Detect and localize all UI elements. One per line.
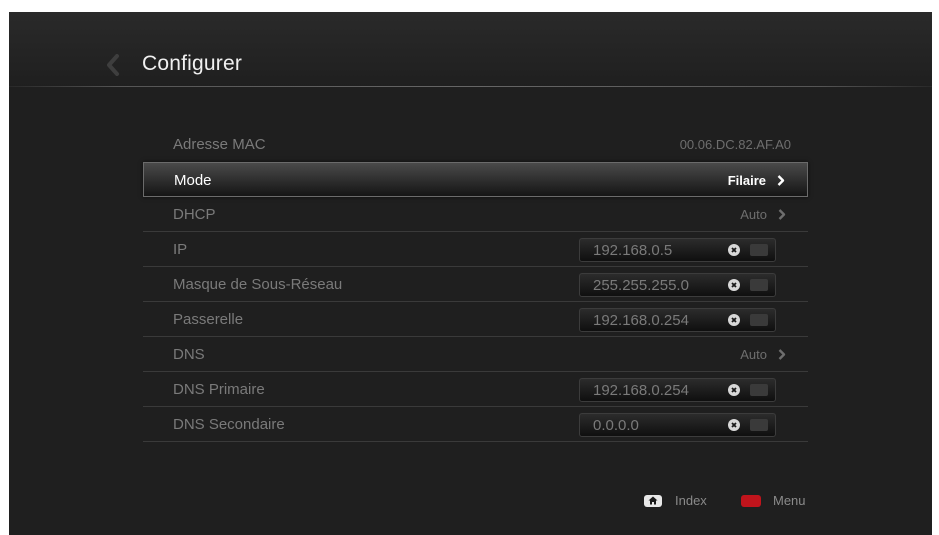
subnet-mask-value: 255.255.255.0 (593, 277, 689, 294)
setting-label: DNS (173, 346, 205, 363)
page-title: Configurer (142, 52, 243, 75)
menu-hint-label[interactable]: Menu (773, 493, 806, 508)
chevron-right-icon (777, 175, 785, 186)
settings-screen: Configurer Adresse MAC 00.06.DC.82.AF.A0… (9, 12, 932, 535)
keyboard-icon[interactable] (750, 419, 768, 431)
dns-primary-input[interactable]: 192.168.0.254 (579, 378, 776, 402)
dns-secondary-input[interactable]: 0.0.0.0 (579, 413, 776, 437)
clear-icon[interactable] (728, 279, 740, 291)
setting-row-dns-primary[interactable]: DNS Primaire 192.168.0.254 (143, 372, 808, 407)
setting-label: DHCP (173, 206, 216, 223)
keyboard-icon[interactable] (750, 384, 768, 396)
index-hint-label[interactable]: Index (675, 493, 707, 508)
setting-label: Passerelle (173, 311, 244, 328)
clear-icon[interactable] (728, 384, 740, 396)
gateway-value: 192.168.0.254 (593, 312, 689, 329)
header-divider (9, 86, 932, 87)
keyboard-icon[interactable] (750, 314, 768, 326)
setting-label: IP (173, 241, 188, 258)
mode-value-text: Filaire (727, 173, 766, 188)
setting-row-dhcp[interactable]: DHCP Auto (143, 197, 808, 232)
keyboard-icon[interactable] (750, 244, 768, 256)
setting-row-mode[interactable]: Mode Filaire (143, 162, 808, 197)
gateway-input[interactable]: 192.168.0.254 (579, 308, 776, 332)
clear-icon[interactable] (728, 419, 740, 431)
ip-input[interactable]: 192.168.0.5 (579, 238, 776, 262)
mac-address-value: 00.06.DC.82.AF.A0 (679, 137, 791, 152)
setting-label: Mode (174, 172, 212, 189)
home-icon[interactable] (644, 495, 662, 507)
subnet-mask-input[interactable]: 255.255.255.0 (579, 273, 776, 297)
chevron-right-icon (778, 209, 786, 220)
chevron-left-icon[interactable] (105, 54, 121, 76)
setting-row-gateway[interactable]: Passerelle 192.168.0.254 (143, 302, 808, 337)
setting-row-dns[interactable]: DNS Auto (143, 337, 808, 372)
keyboard-icon[interactable] (750, 279, 768, 291)
setting-label: Masque de Sous-Réseau (173, 276, 343, 293)
setting-row-mac-address: Adresse MAC 00.06.DC.82.AF.A0 (143, 127, 808, 162)
clear-icon[interactable] (728, 314, 740, 326)
setting-row-ip[interactable]: IP 192.168.0.5 (143, 232, 808, 267)
setting-label: DNS Primaire (173, 381, 265, 398)
setting-row-dns-secondary[interactable]: DNS Secondaire 0.0.0.0 (143, 407, 808, 442)
chevron-right-icon (778, 349, 786, 360)
setting-label: Adresse MAC (173, 136, 266, 153)
dns-secondary-value: 0.0.0.0 (593, 417, 639, 434)
clear-icon[interactable] (728, 244, 740, 256)
dhcp-value-text: Auto (740, 207, 767, 222)
ip-value: 192.168.0.5 (593, 242, 673, 259)
red-key-icon[interactable] (741, 495, 761, 507)
dns-primary-value: 192.168.0.254 (593, 382, 689, 399)
network-settings-list: Adresse MAC 00.06.DC.82.AF.A0 Mode Filai… (143, 127, 808, 442)
setting-row-subnet-mask[interactable]: Masque de Sous-Réseau 255.255.255.0 (143, 267, 808, 302)
dns-value-text: Auto (740, 347, 767, 362)
footer-hints: Index Menu (9, 492, 932, 512)
setting-label: DNS Secondaire (173, 416, 285, 433)
